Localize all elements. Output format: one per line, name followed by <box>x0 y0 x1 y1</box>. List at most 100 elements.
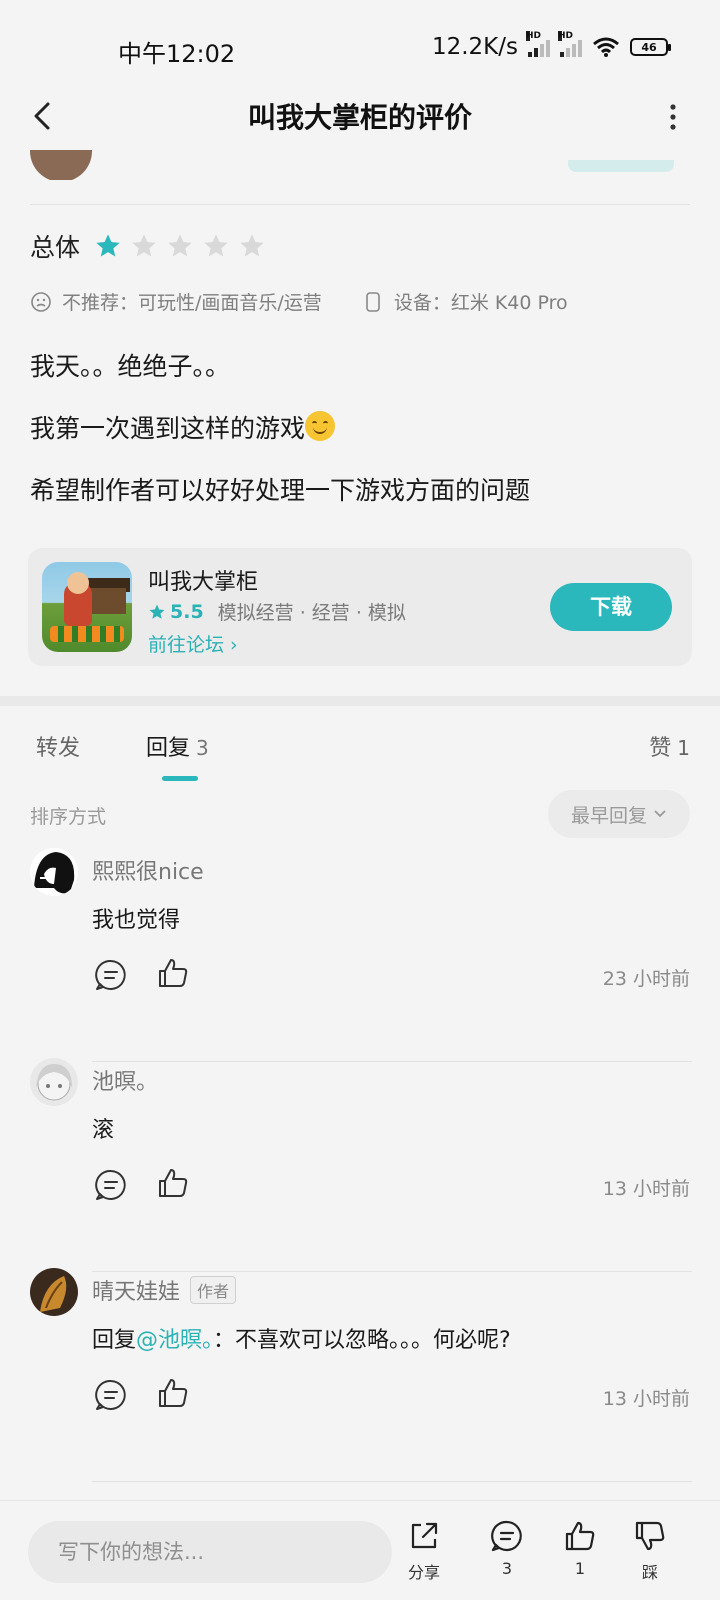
divider <box>92 1481 692 1482</box>
comment-input[interactable]: 写下你的想法... <box>28 1521 392 1583</box>
nav-bar: 叫我大掌柜的评价 <box>0 88 720 144</box>
sort-dropdown[interactable]: 最早回复 <box>548 790 690 838</box>
tab-reply[interactable]: 回复 3 <box>146 730 209 762</box>
status-indicators: 12.2K/s HD HD 46 <box>431 31 671 60</box>
comment-time: 13 小时前 <box>602 1388 690 1410</box>
avatar[interactable] <box>30 1268 78 1316</box>
overall-rating: 总体 <box>30 228 266 264</box>
comment-text: 滚 <box>92 1118 115 1143</box>
mention-link[interactable]: @池暝。 <box>136 1328 213 1353</box>
tab-reply-label: 回复 <box>146 736 191 761</box>
comment-text: 回复@池暝。：不喜欢可以忽略。。。何必呢? <box>92 1322 511 1354</box>
smiling-face-emoji-icon <box>305 411 336 441</box>
reply-icon[interactable] <box>94 1168 128 1202</box>
page-title: 叫我大掌柜的评价 <box>247 101 472 134</box>
dislike-button[interactable]: 踩 <box>618 1515 682 1591</box>
review-line: 我第一次遇到这样的游戏 <box>30 414 306 443</box>
thumbs-up-icon <box>565 1521 595 1551</box>
tab-like-label: 赞 <box>649 736 672 761</box>
star-icon <box>149 604 165 619</box>
thumbs-up-icon[interactable] <box>156 1166 190 1200</box>
not-recommend-text: 不推荐：可玩性/画面音乐/运营 <box>62 292 322 314</box>
reply-body: ：不喜欢可以忽略。。。何必呢? <box>213 1328 511 1353</box>
section-separator <box>0 696 720 706</box>
like-count: 1 <box>574 1559 586 1578</box>
game-tags: 模拟经营 · 经营 · 模拟 <box>217 602 406 624</box>
network-speed: 12.2K/s <box>431 34 518 60</box>
comment-icon <box>491 1520 522 1552</box>
game-name[interactable]: 叫我大掌柜 <box>148 564 258 596</box>
chevron-down-icon <box>654 810 666 818</box>
comment-text: 我也觉得 <box>92 908 181 933</box>
sort-selected: 最早回复 <box>570 804 647 827</box>
comment-username[interactable]: 熙熙很nice <box>92 854 204 886</box>
scrolled-reviewer-header <box>0 150 720 180</box>
comment-username[interactable]: 池暝。 <box>92 1064 158 1096</box>
phone-icon <box>366 291 380 312</box>
comment-item: 熙熙很nice 我也觉得 23 小时前 <box>0 848 720 1062</box>
review-content: 我天。。绝绝子。。 我第一次遇到这样的游戏 希望制作者可以好好处理一下游戏方面的… <box>30 336 690 522</box>
hd-label: HD <box>526 31 542 41</box>
comment-time: 23 小时前 <box>602 968 690 990</box>
reply-prefix: 回复 <box>92 1328 137 1353</box>
status-time: 中午12:02 <box>118 40 236 68</box>
comment-username[interactable]: 晴天娃娃 作者 <box>92 1274 237 1306</box>
star-empty-icon <box>240 234 264 257</box>
comment-time: 13 小时前 <box>602 1178 690 1200</box>
divider <box>30 204 690 205</box>
hd-label-2: HD <box>558 31 574 41</box>
game-rating: 5.5 <box>148 601 204 623</box>
star-filled-icon <box>96 234 120 257</box>
tab-like-count: 1 <box>677 736 690 760</box>
sad-face-icon <box>31 291 51 312</box>
share-label: 分享 <box>407 1563 440 1582</box>
battery-icon: 46 <box>630 38 671 56</box>
game-app-icon[interactable] <box>42 562 132 652</box>
thumbs-up-icon[interactable] <box>156 956 190 990</box>
review-meta: 不推荐：可玩性/画面音乐/运营 设备：红米 K40 Pro <box>30 288 568 315</box>
status-bar: 中午12:02 12.2K/s HD HD 46 <box>0 0 720 100</box>
download-button[interactable]: 下载 <box>550 583 672 631</box>
sort-label: 排序方式 <box>30 806 107 828</box>
review-line-with-emoji: 我第一次遇到这样的游戏 <box>30 398 690 460</box>
forum-link[interactable]: 前往论坛 › <box>148 630 238 657</box>
dislike-label: 踩 <box>641 1563 658 1582</box>
cell-signal-icon-2: HD <box>558 31 582 57</box>
username-text[interactable]: 熙熙很nice <box>92 854 204 886</box>
more-options-icon[interactable] <box>666 102 680 132</box>
author-badge: 作者 <box>190 1276 237 1304</box>
star-empty-icon <box>204 234 228 257</box>
avatar[interactable] <box>30 1058 78 1106</box>
like-button[interactable]: 1 <box>548 1515 612 1591</box>
game-meta: 5.5 模拟经营 · 经营 · 模拟 <box>148 598 406 625</box>
star-empty-icon <box>132 234 156 257</box>
star-rating <box>94 232 266 260</box>
game-score: 5.5 <box>170 600 204 623</box>
username-text[interactable]: 池暝。 <box>92 1064 158 1096</box>
tab-forward[interactable]: 转发 <box>36 730 80 762</box>
reply-icon[interactable] <box>94 1378 128 1412</box>
device-text: 设备：红米 K40 Pro <box>393 292 568 314</box>
share-button[interactable]: 分享 <box>392 1515 456 1591</box>
star-empty-icon <box>168 234 192 257</box>
tab-like[interactable]: 赞1 <box>649 730 690 762</box>
review-line: 我天。。绝绝子。。 <box>30 352 231 381</box>
reply-icon[interactable] <box>94 958 128 992</box>
overall-label: 总体 <box>30 233 81 262</box>
avatar[interactable] <box>30 848 78 896</box>
username-text[interactable]: 晴天娃娃 <box>92 1274 180 1306</box>
follow-button[interactable] <box>568 160 674 172</box>
active-tab-indicator <box>162 776 198 781</box>
review-line: 希望制作者可以好好处理一下游戏方面的问题 <box>30 476 531 505</box>
bottom-action-bar: 写下你的想法... 分享 3 1 踩 <box>0 1500 720 1600</box>
comment-count: 3 <box>501 1559 513 1578</box>
thumbs-down-icon <box>635 1521 665 1551</box>
thumbs-up-icon[interactable] <box>156 1376 190 1410</box>
reviewer-avatar[interactable] <box>30 150 92 180</box>
wifi-icon <box>593 37 619 57</box>
comment-button[interactable]: 3 <box>475 1515 539 1591</box>
tab-reply-count: 3 <box>196 736 209 760</box>
interaction-tabs: 转发 回复 3 赞1 <box>0 720 720 781</box>
comment-item: 晴天娃娃 作者 回复@池暝。：不喜欢可以忽略。。。何必呢? 13 小时前 <box>0 1268 720 1482</box>
game-card[interactable]: 叫我大掌柜 5.5 模拟经营 · 经营 · 模拟 前往论坛 › 下载 <box>28 548 692 666</box>
